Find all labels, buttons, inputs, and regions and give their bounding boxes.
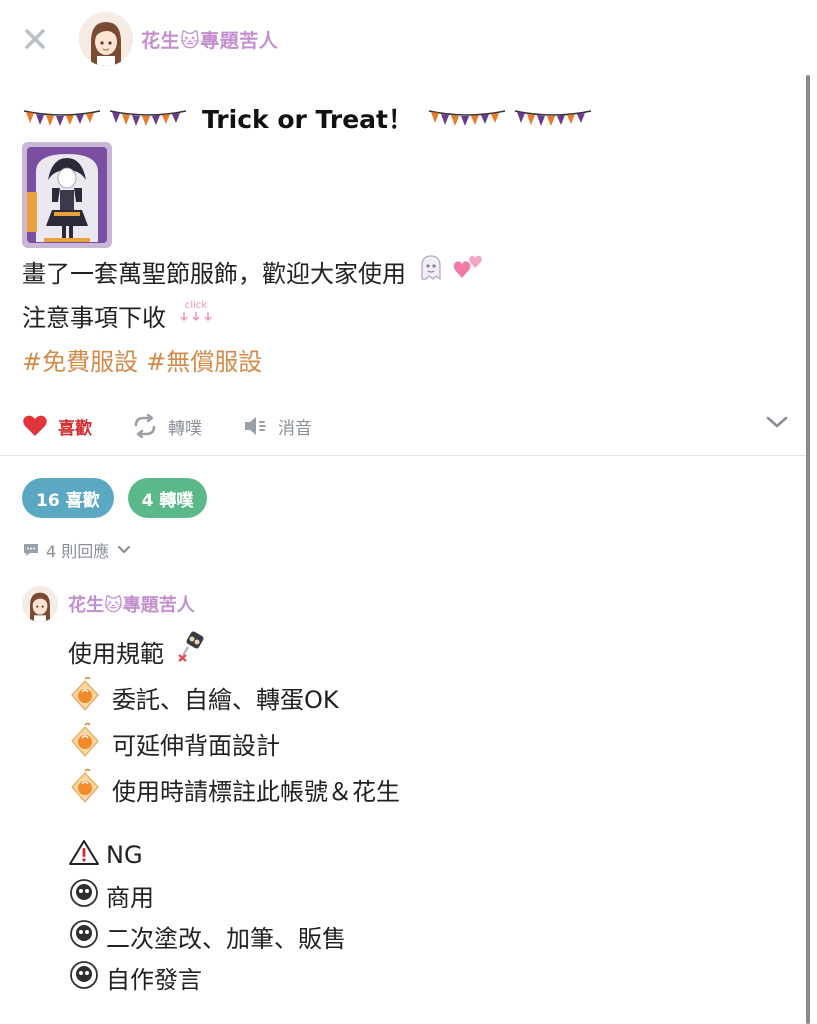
svg-text:click: click — [185, 300, 208, 311]
allowed-item: 可延伸背面設計 — [68, 720, 788, 766]
reply-content: 使用規範 委託、自繪、轉蛋OK 可延伸背面設計 使用時請標註此帳號＆花生 NG … — [68, 628, 788, 998]
author-avatar[interactable] — [79, 12, 133, 66]
skull-icon — [68, 878, 100, 914]
skull-icon — [68, 960, 100, 996]
stats-badges: 16 喜歡 4 轉噗 — [22, 478, 221, 518]
mute-label: 消音 — [278, 418, 312, 439]
chevron-down-icon — [118, 545, 131, 554]
click-arrows-icon: click — [176, 296, 216, 340]
ng-label: NG — [106, 840, 143, 869]
allowed-item: 委託、自繪、轉蛋OK — [68, 674, 788, 720]
post-text: 畫了一套萬聖節服飾，歡迎大家使用 — [22, 260, 406, 288]
chevron-down-icon — [766, 416, 788, 428]
post-text-line-2: 注意事項下收 click — [22, 296, 792, 340]
bunting-icon — [428, 110, 506, 126]
ng-heading-line: NG — [68, 834, 788, 875]
replurks-count-badge[interactable]: 4 轉噗 — [127, 478, 208, 518]
replurk-label: 轉噗 — [168, 418, 202, 439]
close-button[interactable] — [22, 26, 48, 52]
replurk-button[interactable]: 轉噗 — [132, 414, 202, 439]
reply-heading-line: 使用規範 — [68, 628, 788, 674]
reply-header: 花生🐱專題苦人 — [22, 586, 195, 622]
responses-toggle[interactable]: 4 則回應 — [22, 538, 131, 562]
post-image-thumbnail[interactable] — [22, 142, 112, 248]
speaker-mute-icon — [245, 417, 266, 435]
skull-icon — [68, 919, 100, 955]
hashtag-link[interactable]: #免費服設 — [22, 340, 138, 384]
bouquet-icon — [174, 631, 206, 671]
likes-count-badge[interactable]: 16 喜歡 — [22, 478, 114, 518]
orange-charm-icon — [68, 675, 102, 719]
replurk-icon — [134, 414, 156, 438]
orange-charm-icon — [68, 767, 102, 811]
ng-item-text: 自作發言 — [106, 966, 202, 994]
ghost-icon — [416, 252, 446, 296]
orange-charm-icon — [68, 721, 102, 765]
post-header: 花生🐱專題苦人 — [0, 0, 817, 80]
reply-author-name[interactable]: 花生🐱專題苦人 — [68, 591, 195, 617]
author-avatar-image — [79, 12, 133, 66]
allowed-item-text: 使用時請標註此帳號＆花生 — [112, 777, 400, 806]
post-content: Trick or Treat！ 畫了一套萬聖節服飾，歡迎大家使用 注意事項下收 … — [22, 96, 792, 384]
allowed-item-text: 可延伸背面設計 — [112, 731, 280, 760]
ng-item-text: 商用 — [106, 884, 154, 912]
post-title: Trick or Treat！ — [202, 105, 413, 134]
heart-icon — [23, 415, 47, 436]
hearts-icon — [452, 252, 486, 296]
bunting-icon — [109, 110, 187, 126]
reply-heading: 使用規範 — [68, 639, 164, 668]
like-button[interactable]: 喜歡 — [22, 414, 92, 439]
hashtag-link[interactable]: #無償服設 — [146, 340, 262, 384]
reply-author-avatar[interactable] — [22, 586, 58, 622]
mute-button[interactable]: 消音 — [242, 414, 312, 439]
post-title-row: Trick or Treat！ — [22, 96, 792, 140]
author-name[interactable]: 花生🐱專題苦人 — [141, 26, 278, 53]
bunting-icon — [23, 110, 101, 126]
divider — [0, 455, 806, 456]
more-options-button[interactable] — [766, 414, 788, 433]
post-text: 注意事項下收 — [22, 304, 166, 332]
ng-item: 二次塗改、加筆、販售 — [68, 916, 788, 957]
reply-author-avatar-image — [22, 586, 58, 622]
ng-item-text: 二次塗改、加筆、販售 — [106, 925, 346, 953]
post-hashtags: #免費服設 #無償服設 — [22, 340, 792, 384]
scrollbar-thumb[interactable] — [806, 75, 810, 1024]
warning-icon — [68, 838, 100, 872]
allowed-item-text: 委託、自繪、轉蛋OK — [112, 685, 339, 714]
ng-item: 自作發言 — [68, 957, 788, 998]
close-icon — [25, 29, 45, 49]
bunting-icon — [514, 110, 592, 126]
like-label: 喜歡 — [58, 418, 92, 439]
costume-illustration — [22, 142, 112, 248]
scrollbar[interactable] — [806, 75, 812, 1024]
post-actions: 喜歡 轉噗 消音 — [22, 408, 792, 444]
post-text-line-1: 畫了一套萬聖節服飾，歡迎大家使用 — [22, 252, 792, 296]
responses-label: 4 則回應 — [46, 542, 110, 561]
ng-item: 商用 — [68, 875, 788, 916]
allowed-item: 使用時請標註此帳號＆花生 — [68, 766, 788, 812]
comment-icon — [24, 544, 38, 556]
